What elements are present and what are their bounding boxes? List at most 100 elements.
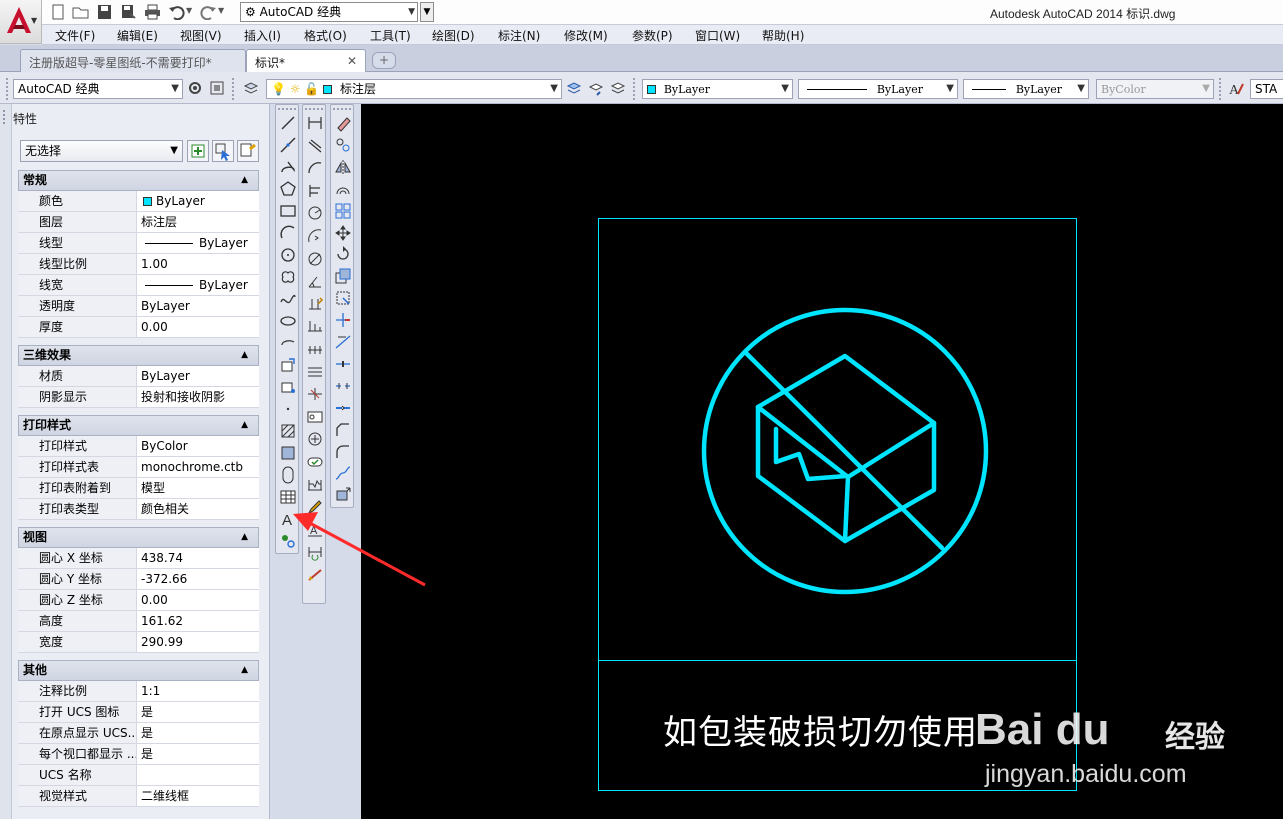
linear-dim-icon[interactable] bbox=[306, 114, 324, 132]
undo-dropdown-icon[interactable]: ▼ bbox=[186, 6, 192, 15]
angular-dim-icon[interactable] bbox=[306, 272, 324, 290]
erase-icon[interactable] bbox=[334, 114, 352, 132]
make-current-layer-icon[interactable] bbox=[566, 80, 582, 96]
ordinate-dim-icon[interactable] bbox=[306, 182, 324, 200]
property-row[interactable]: 视觉样式 二维线框 bbox=[18, 786, 259, 807]
line-icon[interactable] bbox=[279, 114, 297, 132]
jogged-dim-icon[interactable] bbox=[306, 227, 324, 245]
property-section-header[interactable]: 三维效果 ▲ bbox=[18, 345, 259, 366]
collapse-icon[interactable]: ▲ bbox=[241, 528, 248, 547]
property-value[interactable]: 模型 bbox=[138, 478, 259, 498]
baseline-dim-icon[interactable] bbox=[306, 317, 324, 335]
gradient-icon[interactable] bbox=[279, 444, 297, 462]
make-block-icon[interactable] bbox=[279, 378, 297, 396]
property-value[interactable]: 290.99 bbox=[138, 632, 259, 652]
workspace-settings-icon[interactable] bbox=[209, 80, 225, 96]
property-value[interactable]: 1.00 bbox=[138, 254, 259, 274]
application-menu-button[interactable]: ▼ bbox=[0, 0, 42, 44]
menu-window[interactable]: 窗口(W) bbox=[695, 27, 740, 44]
stretch-icon[interactable] bbox=[334, 289, 352, 307]
toolbar-grip[interactable] bbox=[6, 78, 10, 100]
property-row[interactable]: 打印表类型 颜色相关 bbox=[18, 499, 259, 520]
add-selected-icon[interactable] bbox=[279, 532, 297, 550]
lineweight-combo[interactable]: ByLayer ▼ bbox=[963, 79, 1089, 99]
redo-dropdown-icon[interactable]: ▼ bbox=[218, 6, 224, 15]
property-section-header[interactable]: 视图 ▲ bbox=[18, 527, 259, 548]
fillet-icon[interactable] bbox=[334, 443, 352, 461]
construction-line-icon[interactable] bbox=[279, 136, 297, 154]
collapse-icon[interactable]: ▲ bbox=[241, 416, 248, 435]
property-value[interactable]: ByLayer bbox=[138, 233, 259, 253]
dim-style-icon[interactable] bbox=[306, 566, 324, 584]
collapse-icon[interactable]: ▲ bbox=[241, 171, 248, 190]
property-value[interactable]: 是 bbox=[138, 702, 259, 722]
property-row[interactable]: 颜色 ByLayer bbox=[18, 191, 259, 212]
collapse-icon[interactable]: ▲ bbox=[241, 661, 248, 680]
menu-dimension[interactable]: 标注(N) bbox=[498, 27, 540, 44]
circle-icon[interactable] bbox=[279, 246, 297, 264]
property-value[interactable] bbox=[138, 765, 259, 785]
property-value[interactable]: ByColor bbox=[138, 436, 259, 456]
multiline-text-icon[interactable]: A bbox=[279, 510, 297, 528]
palette-side-strip[interactable] bbox=[0, 104, 12, 819]
menu-view[interactable]: 视图(V) bbox=[180, 27, 222, 44]
menu-draw[interactable]: 绘图(D) bbox=[432, 27, 475, 44]
new-tab-button[interactable]: + bbox=[372, 52, 396, 69]
quick-dim-icon[interactable] bbox=[306, 295, 324, 313]
gear-icon[interactable] bbox=[187, 80, 203, 96]
region-icon[interactable] bbox=[279, 466, 297, 484]
explode-icon[interactable] bbox=[334, 486, 352, 504]
property-value[interactable]: 0.00 bbox=[138, 317, 259, 337]
scale-icon[interactable] bbox=[334, 267, 352, 285]
blend-icon[interactable] bbox=[334, 464, 352, 482]
property-row[interactable]: 宽度 290.99 bbox=[18, 632, 259, 653]
property-row[interactable]: 圆心 Z 坐标 0.00 bbox=[18, 590, 259, 611]
toolbar-grip[interactable] bbox=[1219, 78, 1223, 100]
property-row[interactable]: 注释比例 1:1 bbox=[18, 681, 259, 702]
property-row[interactable]: 高度 161.62 bbox=[18, 611, 259, 632]
customize-qat-button[interactable]: ▼ bbox=[420, 2, 434, 22]
layer-properties-icon[interactable] bbox=[243, 80, 259, 96]
dim-text-edit-icon[interactable]: A bbox=[306, 521, 324, 539]
color-combo[interactable]: ByLayer ▼ bbox=[642, 79, 793, 99]
toolbar-grip[interactable] bbox=[232, 78, 236, 100]
rotate-icon[interactable] bbox=[334, 245, 352, 263]
property-row[interactable]: 圆心 X 坐标 438.74 bbox=[18, 548, 259, 569]
undo-icon[interactable] bbox=[168, 4, 185, 20]
dim-update-icon[interactable] bbox=[306, 543, 324, 562]
property-row[interactable]: 线型比例 1.00 bbox=[18, 254, 259, 275]
jogged-linear-icon[interactable] bbox=[306, 476, 324, 494]
property-value[interactable]: 是 bbox=[138, 744, 259, 764]
property-row[interactable]: 打开 UCS 图标是 bbox=[18, 702, 259, 723]
trim-icon[interactable] bbox=[334, 311, 352, 329]
property-row[interactable]: 在原点显示 UCS... 是 bbox=[18, 723, 259, 744]
point-icon[interactable] bbox=[279, 400, 297, 418]
property-row[interactable]: 圆心 Y 坐标 -372.66 bbox=[18, 569, 259, 590]
menu-insert[interactable]: 插入(I) bbox=[244, 27, 281, 44]
save-icon[interactable] bbox=[96, 4, 113, 20]
menu-help[interactable]: 帮助(H) bbox=[762, 27, 804, 44]
property-value[interactable]: 投射和接收阴影 bbox=[138, 387, 259, 407]
property-row[interactable]: 打印表附着到 模型 bbox=[18, 478, 259, 499]
property-section-header[interactable]: 常规 ▲ bbox=[18, 170, 259, 191]
menu-modify[interactable]: 修改(M) bbox=[564, 27, 608, 44]
copy-icon[interactable] bbox=[334, 136, 352, 154]
polygon-icon[interactable] bbox=[279, 180, 297, 198]
property-row[interactable]: 线型 ByLayer bbox=[18, 233, 259, 254]
center-mark-icon[interactable] bbox=[306, 430, 324, 448]
selection-combo[interactable]: 无选择 ▼ bbox=[20, 140, 183, 162]
property-value[interactable]: -372.66 bbox=[138, 569, 259, 589]
revision-cloud-icon[interactable] bbox=[279, 268, 297, 286]
property-value[interactable]: 颜色相关 bbox=[138, 499, 259, 519]
print-icon[interactable] bbox=[144, 4, 161, 20]
dim-edit-icon[interactable] bbox=[306, 498, 324, 516]
menu-format[interactable]: 格式(O) bbox=[304, 27, 347, 44]
property-value[interactable]: 438.74 bbox=[138, 548, 259, 568]
property-value[interactable]: ByLayer bbox=[138, 275, 259, 295]
property-value[interactable]: ByLayer bbox=[138, 296, 259, 316]
spline-icon[interactable] bbox=[279, 290, 297, 308]
insert-block-icon[interactable] bbox=[279, 356, 297, 374]
radius-dim-icon[interactable] bbox=[306, 204, 324, 222]
table-icon[interactable] bbox=[279, 488, 297, 506]
inspection-icon[interactable] bbox=[306, 453, 324, 471]
